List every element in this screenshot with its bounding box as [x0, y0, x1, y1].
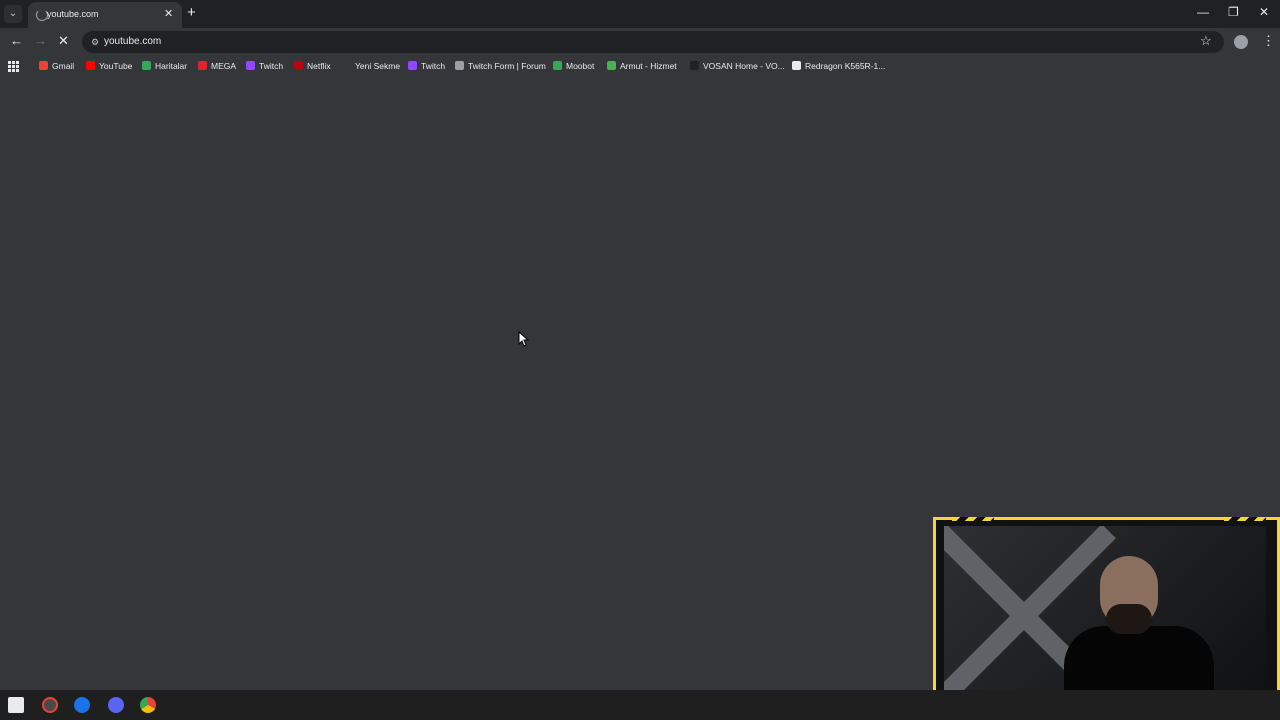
- bookmark-vosan[interactable]: VOSAN Home - VO...: [690, 61, 785, 71]
- bookmark-haritalar[interactable]: Haritalar: [142, 61, 187, 71]
- forum-icon: [455, 61, 464, 70]
- url-text[interactable]: youtube.com: [104, 36, 161, 47]
- bookmark-label: MEGA: [211, 61, 237, 71]
- netflix-icon: [294, 61, 303, 70]
- bookmark-label: Moobot: [566, 61, 595, 71]
- bookmark-label: Twitch: [421, 61, 446, 71]
- bookmark-armut[interactable]: Armut - Hizmet: [607, 61, 677, 71]
- stop-loading-button[interactable]: ✕: [58, 33, 69, 49]
- bookmark-label: Armut - Hizmet: [620, 61, 677, 71]
- twitch-icon: [408, 61, 417, 70]
- bookmark-yeni-sekme[interactable]: Yeni Sekme: [342, 61, 400, 71]
- gmail-icon: [39, 61, 48, 70]
- close-window-button[interactable]: ✕: [1259, 5, 1269, 19]
- bookmarks-bar: Gmail YouTube Haritalar MEGA Twitch Netf…: [0, 56, 1280, 78]
- webcam-video: [944, 526, 1266, 708]
- bookmark-label: VOSAN Home - VO...: [703, 61, 785, 71]
- new-tab-button[interactable]: +: [187, 4, 196, 21]
- bookmark-redragon[interactable]: Redragon K565R-1...: [792, 61, 885, 71]
- discord-icon[interactable]: [108, 697, 124, 713]
- back-button[interactable]: ←: [10, 33, 23, 48]
- mouse-cursor-icon: [518, 331, 530, 347]
- minimize-button[interactable]: —: [1197, 5, 1209, 19]
- bookmark-label: Redragon K565R-1...: [805, 61, 886, 71]
- redragon-icon: [792, 61, 801, 70]
- moobot-icon: [553, 61, 562, 70]
- bookmark-youtube[interactable]: YouTube: [86, 61, 132, 71]
- mega-icon: [198, 61, 207, 70]
- restore-button[interactable]: ❐: [1228, 5, 1239, 19]
- bookmark-label: Twitch: [259, 61, 284, 71]
- bookmark-moobot[interactable]: Moobot: [553, 61, 594, 71]
- tab-search-icon[interactable]: ⌄: [4, 5, 22, 23]
- bookmark-mega[interactable]: MEGA: [198, 61, 236, 71]
- webcam-overlay: [933, 517, 1280, 715]
- bookmark-twitch-forum[interactable]: Twitch Form | Forum: [455, 61, 546, 71]
- bookmark-netflix[interactable]: Netflix: [294, 61, 331, 71]
- bookmark-label: YouTube: [99, 61, 133, 71]
- chrome-icon[interactable]: [140, 697, 156, 713]
- address-bar[interactable]: ⚙ youtube.com ☆: [82, 31, 1224, 53]
- profile-avatar-icon[interactable]: [1234, 35, 1248, 49]
- bookmark-label: Gmail: [52, 61, 75, 71]
- active-tab[interactable]: youtube.com ✕: [28, 2, 182, 28]
- bookmark-label: Netflix: [307, 61, 331, 71]
- browser-menu-icon[interactable]: ⋮: [1262, 33, 1275, 49]
- browser-toolbar: ← → ✕ ⚙ youtube.com ☆ ⋮: [0, 28, 1280, 56]
- windows-start-icon[interactable]: [8, 697, 24, 713]
- armut-icon: [607, 61, 616, 70]
- vosan-icon: [690, 61, 699, 70]
- person-beard: [1106, 604, 1152, 634]
- blank-page-icon: [342, 61, 351, 70]
- tab-close-icon[interactable]: ✕: [164, 7, 173, 20]
- bookmark-label: Haritalar: [155, 61, 188, 71]
- forward-button[interactable]: →: [34, 33, 47, 48]
- hazard-stripe: [952, 517, 994, 521]
- steam-icon[interactable]: [74, 697, 90, 713]
- site-info-icon[interactable]: ⚙: [88, 35, 102, 49]
- youtube-icon: [86, 61, 95, 70]
- apps-grid-icon[interactable]: [8, 61, 20, 73]
- title-bar: ⌄ youtube.com ✕ + — ❐ ✕: [0, 0, 1280, 28]
- obs-icon[interactable]: [42, 697, 58, 713]
- tab-title: youtube.com: [47, 9, 99, 19]
- bookmark-twitch-2[interactable]: Twitch: [408, 61, 445, 71]
- bookmark-label: Yeni Sekme: [355, 61, 401, 71]
- bookmark-twitch[interactable]: Twitch: [246, 61, 283, 71]
- taskbar: [0, 690, 1280, 720]
- bookmark-star-icon[interactable]: ☆: [1200, 33, 1212, 49]
- bookmark-gmail[interactable]: Gmail: [39, 61, 74, 71]
- hazard-stripe: [1224, 517, 1266, 521]
- maps-icon: [142, 61, 151, 70]
- bookmark-label: Twitch Form | Forum: [468, 61, 546, 71]
- twitch-icon: [246, 61, 255, 70]
